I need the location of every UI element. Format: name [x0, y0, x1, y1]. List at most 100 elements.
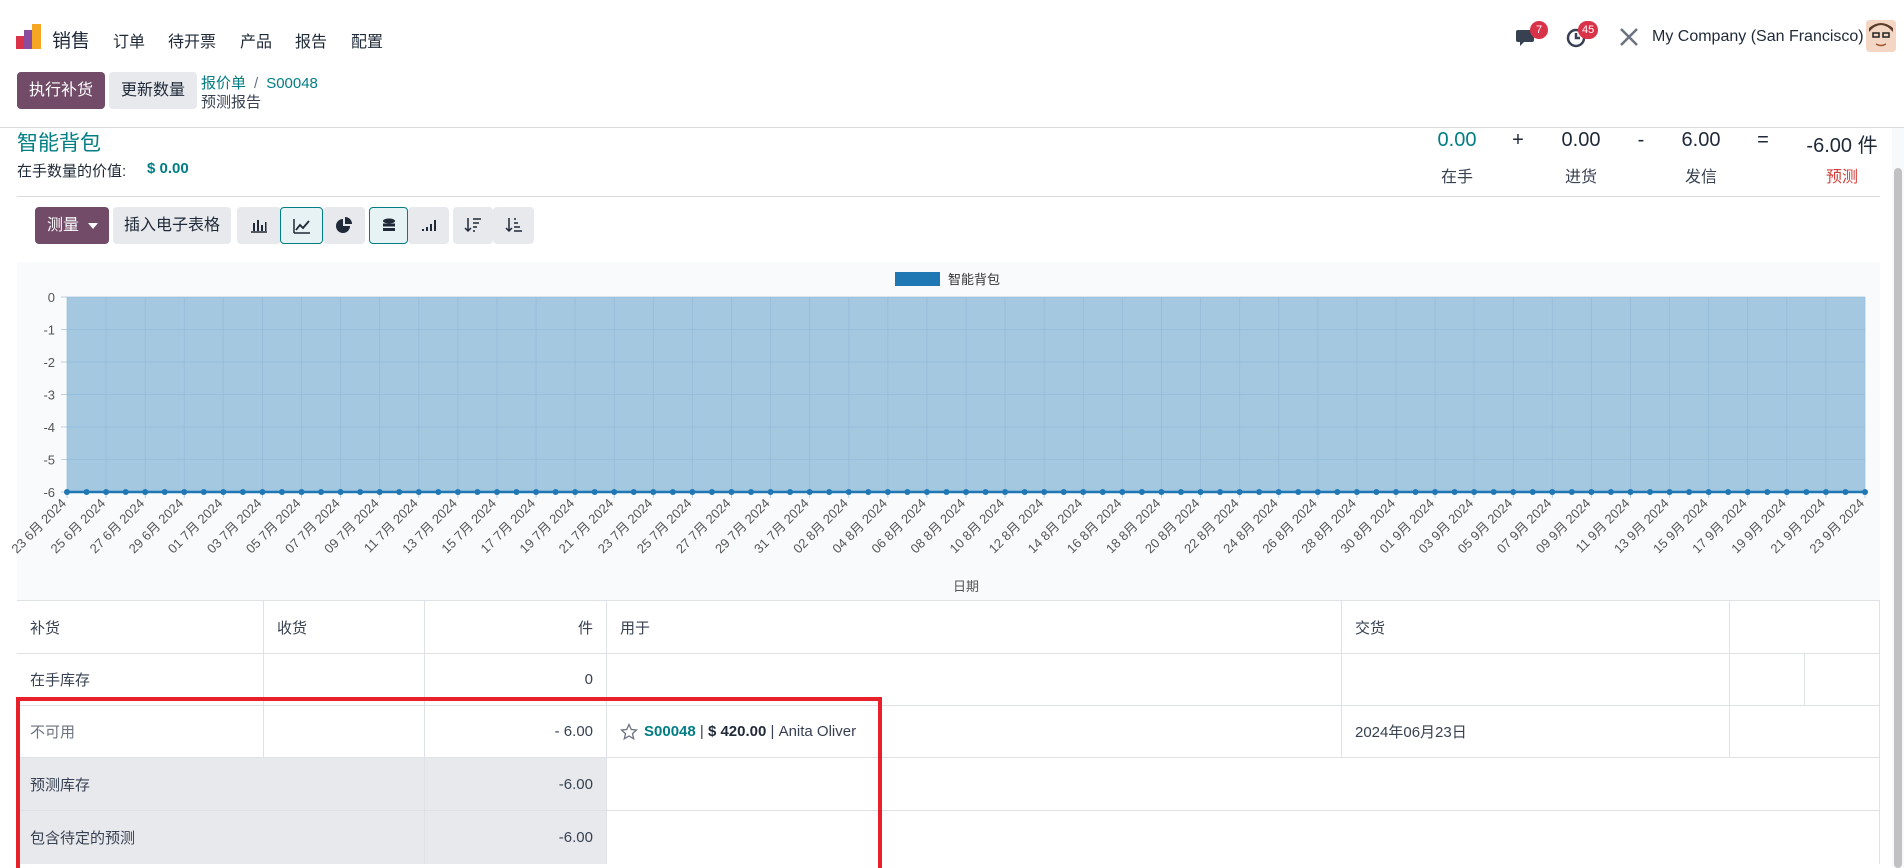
data-point [1666, 489, 1673, 495]
update-quantity-button[interactable]: 更新数量 [109, 72, 197, 109]
forecast-line-chart[interactable]: 0-1-2-3-4-5-623 6月 202425 6月 202427 6月 2… [0, 262, 1904, 600]
menu-orders[interactable]: 订单 [113, 28, 145, 52]
action-cell [1730, 706, 1880, 757]
legend-label: 智能背包 [948, 272, 1000, 287]
y-tick-label: -1 [43, 323, 55, 338]
menu-products[interactable]: 产品 [240, 28, 272, 52]
header-receipt: 收货 [264, 601, 425, 653]
data-point [239, 489, 246, 495]
data-point [1353, 489, 1360, 495]
data-point [298, 489, 305, 495]
data-point [1295, 489, 1302, 495]
y-tick-label: 0 [48, 290, 55, 305]
breadcrumb: 报价单 / S00048 预测报告 [201, 72, 318, 111]
data-point [259, 489, 266, 495]
value-label: 在手数量的价值: [17, 163, 127, 180]
data-point [318, 489, 325, 495]
product-name[interactable]: 智能背包 [17, 127, 101, 157]
data-point [943, 489, 950, 495]
breadcrumb-separator: / [254, 75, 259, 92]
menu-to-invoice[interactable]: 待开票 [168, 28, 216, 52]
user-avatar[interactable] [1866, 20, 1896, 52]
data-point [552, 489, 559, 495]
data-point [884, 489, 891, 495]
data-point [767, 489, 774, 495]
data-point [630, 489, 637, 495]
app-name[interactable]: 销售 [52, 26, 90, 53]
breadcrumb-order[interactable]: S00048 [266, 75, 318, 92]
header-divider [17, 196, 1880, 197]
data-point [1568, 489, 1575, 495]
data-point [806, 489, 813, 495]
company-switcher[interactable]: My Company (San Francisco) [1652, 28, 1864, 46]
data-point [1744, 489, 1751, 495]
pie-chart-icon[interactable] [323, 207, 365, 244]
data-point [493, 489, 500, 495]
data-point [396, 489, 403, 495]
measure-label: 测量 [47, 217, 80, 234]
data-point [1588, 489, 1595, 495]
menu-configuration[interactable]: 配置 [351, 28, 383, 52]
y-tick-label: -2 [43, 355, 55, 370]
line-chart-icon[interactable] [280, 207, 323, 244]
data-point [1314, 489, 1321, 495]
header-replenishment: 补货 [17, 601, 264, 653]
data-point [1510, 489, 1517, 495]
data-point [1334, 489, 1341, 495]
data-point [708, 489, 715, 495]
data-point [572, 489, 579, 495]
menu-reporting[interactable]: 报告 [295, 28, 327, 52]
data-point [650, 489, 657, 495]
data-point [1256, 489, 1263, 495]
plus-operator: + [1512, 129, 1524, 151]
data-point [161, 489, 168, 495]
data-point [1705, 489, 1712, 495]
y-tick-label: -4 [43, 420, 55, 435]
data-point [220, 489, 227, 495]
on-hand-qty[interactable]: 0.00 [1417, 129, 1497, 152]
data-point [1002, 489, 1009, 495]
cumulative-icon[interactable] [408, 207, 449, 244]
data-point [1627, 489, 1634, 495]
measure-dropdown[interactable]: 测量 [35, 207, 109, 244]
y-tick-label: -5 [43, 453, 55, 468]
breadcrumb-quotations[interactable]: 报价单 [201, 75, 246, 92]
sort-asc-icon[interactable] [493, 207, 534, 244]
insert-spreadsheet-button[interactable]: 插入电子表格 [113, 207, 231, 244]
data-point [904, 489, 911, 495]
data-point [1686, 489, 1693, 495]
bar-chart-icon[interactable] [237, 207, 281, 244]
data-point [1783, 489, 1790, 495]
replenish-button[interactable]: 执行补货 [17, 72, 105, 109]
data-point [1432, 489, 1439, 495]
data-point [845, 489, 852, 495]
data-point [1607, 489, 1614, 495]
data-point [1647, 489, 1654, 495]
sort-desc-icon[interactable] [453, 207, 493, 244]
tools-icon[interactable] [1616, 24, 1642, 50]
y-tick-label: -6 [43, 485, 55, 500]
y-tick-label: -3 [43, 388, 55, 403]
data-point [181, 489, 188, 495]
data-point [1725, 489, 1732, 495]
data-point [1236, 489, 1243, 495]
data-point [142, 489, 149, 495]
data-point [1451, 489, 1458, 495]
header-actions [1730, 601, 1880, 653]
data-point [982, 489, 989, 495]
legend-swatch [895, 272, 940, 286]
data-point [923, 489, 930, 495]
control-panel-divider [0, 127, 1904, 128]
data-point [1138, 489, 1145, 495]
data-point [64, 489, 70, 495]
data-point [1529, 489, 1536, 495]
stacked-icon[interactable] [369, 207, 408, 244]
data-point [689, 489, 696, 495]
data-point [103, 489, 110, 495]
sales-app-icon[interactable] [16, 24, 42, 50]
header-units: 件 [425, 601, 607, 653]
data-point [357, 489, 364, 495]
data-point [1021, 489, 1028, 495]
data-point [278, 489, 285, 495]
data-point [611, 489, 618, 495]
